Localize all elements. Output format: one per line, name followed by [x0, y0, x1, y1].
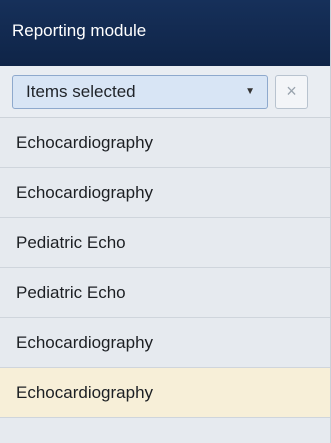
- list-item[interactable]: Pediatric Echo: [0, 268, 330, 318]
- list-item-label: Pediatric Echo: [16, 283, 126, 302]
- list-item-label: Pediatric Echo: [16, 233, 126, 252]
- list-item-label: Echocardiography: [16, 383, 154, 402]
- list-item[interactable]: Echocardiography: [0, 118, 330, 168]
- list-item-label: Echocardiography: [16, 183, 154, 202]
- list-item[interactable]: Echocardiography: [0, 318, 330, 368]
- item-list: Echocardiography Echocardiography Pediat…: [0, 118, 330, 418]
- filter-bar: Items selected ▼ ×: [0, 66, 330, 118]
- panel-header: Reporting module: [0, 0, 330, 66]
- list-item-label: Echocardiography: [16, 333, 154, 352]
- reporting-panel: Reporting module Items selected ▼ × Echo…: [0, 0, 331, 443]
- list-item[interactable]: Pediatric Echo: [0, 218, 330, 268]
- items-select-dropdown[interactable]: Items selected ▼: [12, 75, 268, 109]
- list-item-selected[interactable]: Echocardiography: [0, 368, 330, 418]
- list-item[interactable]: Echocardiography: [0, 168, 330, 218]
- panel-title: Reporting module: [12, 21, 147, 40]
- chevron-down-icon: ▼: [245, 86, 255, 97]
- close-icon: ×: [286, 81, 297, 101]
- list-item-label: Echocardiography: [16, 133, 154, 152]
- clear-button[interactable]: ×: [275, 75, 308, 109]
- select-value: Items selected: [26, 82, 136, 101]
